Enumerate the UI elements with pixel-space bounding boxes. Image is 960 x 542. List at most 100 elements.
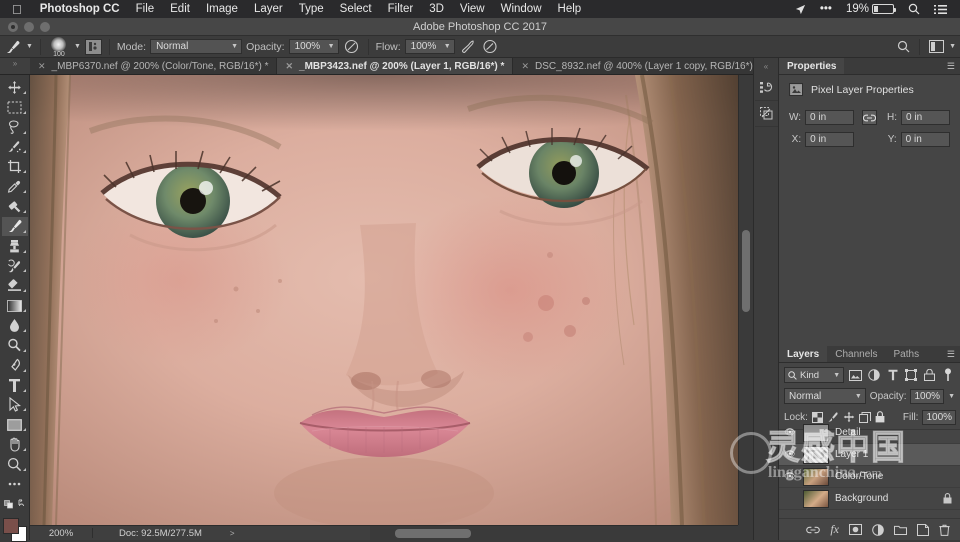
layer-thumbnail[interactable] [803,423,829,442]
pen-tool[interactable] [2,356,28,375]
link-dimensions-icon[interactable] [862,110,878,125]
flow-input[interactable]: 100% ▼ [404,39,455,54]
battery-status[interactable]: 19% [839,3,901,15]
table-row[interactable]: 👁 Layer 1 [779,444,960,466]
tab-paths[interactable]: Paths [886,346,928,362]
table-row[interactable]: 👁 Detail [779,422,960,444]
rectangular-marquee-tool[interactable] [2,98,28,117]
smoothing-icon[interactable] [481,38,499,56]
layer-visibility-icon[interactable]: 👁 [783,471,797,482]
new-group-icon[interactable] [894,524,907,535]
blend-mode-select[interactable]: Normal ▼ [150,39,243,54]
close-icon[interactable]: ✕ [285,61,293,72]
new-layer-icon[interactable] [917,523,929,536]
tab-properties[interactable]: Properties [779,58,845,74]
menu-item-help[interactable]: Help [550,3,590,15]
tab-channels[interactable]: Channels [827,346,885,362]
x-field[interactable]: 0 in [805,132,855,147]
panel-menu-icon[interactable]: ☰ [947,350,955,359]
document-tab-3[interactable]: ✕ DSC_8932.nef @ 400% (Layer 1 copy, RGB… [513,58,769,74]
opacity-input[interactable]: 100% ▼ [288,39,339,54]
airbrush-icon[interactable] [459,38,477,56]
search-icon[interactable] [894,38,912,56]
rectangle-tool[interactable] [2,415,28,434]
location-arrow-icon[interactable] [788,4,813,15]
history-panel-icon[interactable] [754,75,778,101]
brush-tool-chevron-icon[interactable]: ▼ [26,43,33,50]
tablet-pressure-size-icon[interactable] [84,38,102,55]
menu-item-3d[interactable]: 3D [421,3,452,15]
filter-type-icon[interactable] [886,367,899,383]
workspace-switcher-icon[interactable] [927,38,945,56]
horizontal-scroll-thumb[interactable] [395,529,471,538]
foreground-color-swatch[interactable] [2,517,19,534]
quick-selection-tool[interactable] [2,138,28,157]
document-tab-1[interactable]: ✕ _MBP6370.nef @ 200% (Color/Tone, RGB/1… [30,58,278,74]
dodge-tool[interactable] [2,336,28,355]
canvas-area[interactable] [30,75,753,540]
move-tool[interactable] [2,78,28,97]
layer-thumbnail[interactable] [803,489,829,508]
document-tab-2[interactable]: ✕ _MBP3423.nef @ 200% (Layer 1, RGB/16*)… [277,58,514,74]
add-layer-mask-icon[interactable] [849,524,862,535]
filter-enable-toggle[interactable] [942,367,955,383]
menu-item-window[interactable]: Window [493,3,550,15]
delete-layer-icon[interactable] [939,524,950,536]
layer-visibility-icon[interactable]: 👁 [783,427,797,438]
blur-tool[interactable] [2,316,28,335]
clone-stamp-tool[interactable] [2,237,28,256]
crop-tool[interactable] [2,157,28,176]
zoom-tool[interactable] [2,455,28,474]
close-icon[interactable]: ✕ [521,61,529,72]
layer-blend-mode-select[interactable]: Normal ▼ [784,388,866,404]
notification-center-icon[interactable] [927,4,954,15]
layer-style-fx-icon[interactable]: fx [830,522,839,537]
spot-healing-brush-tool[interactable] [2,197,28,216]
menu-item-type[interactable]: Type [291,3,332,15]
vertical-scroll-thumb[interactable] [742,230,750,312]
type-tool[interactable] [2,376,28,395]
tab-bar-grip[interactable]: » [0,58,30,74]
workspace-chevron-icon[interactable]: ▼ [949,43,956,50]
path-selection-tool[interactable] [2,396,28,415]
menu-item-edit[interactable]: Edit [162,3,198,15]
apple-icon[interactable]:  [6,3,32,16]
menu-item-file[interactable]: File [128,3,163,15]
select-and-mask-panel-icon[interactable] [754,101,778,127]
layer-opacity-value[interactable]: 100% [910,388,945,404]
table-row[interactable]: 👁 Color/Tone [779,466,960,488]
spotlight-search-icon[interactable] [901,3,927,15]
filter-pixel-icon[interactable] [849,367,863,383]
filter-smart-object-icon[interactable] [923,367,936,383]
default-colors-icon[interactable] [2,495,28,514]
layer-visibility-icon[interactable]: 👁 [783,449,797,460]
eyedropper-tool[interactable] [2,177,28,196]
menu-item-select[interactable]: Select [332,3,380,15]
menu-item-filter[interactable]: Filter [380,3,422,15]
layer-list[interactable]: 👁 Detail 👁 Layer 1 👁 Color/Tone Backgrou… [779,422,960,518]
zoom-level-field[interactable]: 200% [30,528,92,539]
layer-filter-kind-select[interactable]: Kind ▼ [784,367,845,383]
brush-tool[interactable] [1,216,28,236]
width-field[interactable]: 0 in [805,110,855,125]
y-field[interactable]: 0 in [900,132,951,147]
hand-tool[interactable] [2,435,28,454]
document-image[interactable] [30,75,738,525]
close-icon[interactable]: ✕ [38,61,46,72]
lasso-tool[interactable] [2,118,28,137]
menu-item-view[interactable]: View [452,3,493,15]
brush-tool-icon[interactable] [4,38,22,56]
layer-thumbnail[interactable] [803,467,829,486]
menu-item-image[interactable]: Image [198,3,246,15]
panel-menu-icon[interactable]: ☰ [947,62,955,71]
brush-preset-chevron-icon[interactable]: ▼ [74,43,81,50]
height-field[interactable]: 0 in [901,110,951,125]
color-swatches[interactable] [2,517,28,542]
edit-toolbar-more[interactable] [2,475,28,494]
tab-layers[interactable]: Layers [779,346,828,362]
menu-item-photoshop[interactable]: Photoshop CC [32,3,128,15]
new-adjustment-layer-icon[interactable] [872,523,884,536]
menu-extras-ellipsis-icon[interactable]: ••• [813,3,839,15]
filter-shape-icon[interactable] [905,367,918,383]
menu-item-layer[interactable]: Layer [246,3,291,15]
